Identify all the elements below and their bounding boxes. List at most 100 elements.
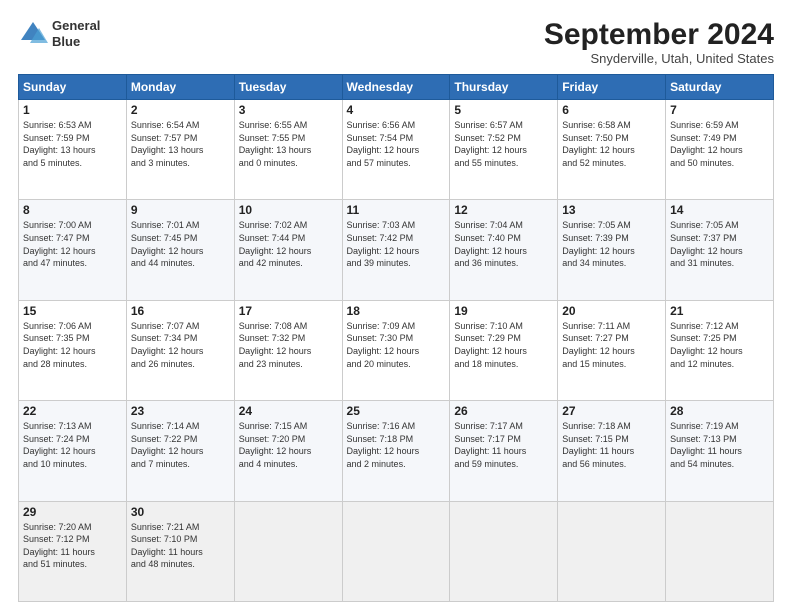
day-number: 1 <box>23 103 122 117</box>
day-cell: 7 Sunrise: 6:59 AM Sunset: 7:49 PM Daylig… <box>666 100 774 200</box>
day-number: 5 <box>454 103 553 117</box>
day-info: Sunrise: 7:12 AM Sunset: 7:25 PM Dayligh… <box>670 320 769 370</box>
week-row-1: 1Sunrise: 6:53 AM Sunset: 7:59 PM Daylig… <box>19 100 774 200</box>
col-header-saturday: Saturday <box>666 75 774 100</box>
day-info: Sunrise: 7:06 AM Sunset: 7:35 PM Dayligh… <box>23 320 122 370</box>
day-number: 25 <box>347 404 446 418</box>
day-cell: 14 Sunrise: 7:05 AM Sunset: 7:37 PM Dayli… <box>666 200 774 300</box>
day-cell: 19Sunrise: 7:10 AM Sunset: 7:29 PM Dayli… <box>450 300 558 400</box>
day-cell: 12Sunrise: 7:04 AM Sunset: 7:40 PM Dayli… <box>450 200 558 300</box>
col-header-thursday: Thursday <box>450 75 558 100</box>
day-cell: 2 Sunrise: 6:54 AM Sunset: 7:57 PM Daylig… <box>126 100 234 200</box>
day-info: Sunrise: 7:05 AM Sunset: 7:37 PM Dayligh… <box>670 219 769 269</box>
day-number: 7 <box>670 103 769 117</box>
day-cell <box>234 501 342 601</box>
day-info: Sunrise: 7:04 AM Sunset: 7:40 PM Dayligh… <box>454 219 553 269</box>
col-header-friday: Friday <box>558 75 666 100</box>
day-cell: 20Sunrise: 7:11 AM Sunset: 7:27 PM Dayli… <box>558 300 666 400</box>
header: General Blue September 2024 Snyderville,… <box>18 18 774 66</box>
day-cell: 3Sunrise: 6:55 AM Sunset: 7:55 PM Daylig… <box>234 100 342 200</box>
day-number: 11 <box>347 203 446 217</box>
day-cell: 1Sunrise: 6:53 AM Sunset: 7:59 PM Daylig… <box>19 100 127 200</box>
title-block: September 2024 Snyderville, Utah, United… <box>544 18 774 66</box>
day-cell <box>558 501 666 601</box>
day-cell: 16 Sunrise: 7:07 AM Sunset: 7:34 PM Dayli… <box>126 300 234 400</box>
logo-text: General Blue <box>52 18 100 49</box>
day-number: 17 <box>239 304 338 318</box>
day-number: 13 <box>562 203 661 217</box>
day-cell: 13 Sunrise: 7:05 AM Sunset: 7:39 PM Dayli… <box>558 200 666 300</box>
day-number: 6 <box>562 103 661 117</box>
day-cell: 27 Sunrise: 7:18 AM Sunset: 7:15 PM Dayli… <box>558 401 666 501</box>
day-info: Sunrise: 7:00 AM Sunset: 7:47 PM Dayligh… <box>23 219 122 269</box>
day-number: 14 <box>670 203 769 217</box>
day-cell: 8 Sunrise: 7:00 AM Sunset: 7:47 PM Daylig… <box>19 200 127 300</box>
day-info: Sunrise: 7:21 AM Sunset: 7:10 PM Dayligh… <box>131 521 230 571</box>
col-header-tuesday: Tuesday <box>234 75 342 100</box>
day-cell: 9 Sunrise: 7:01 AM Sunset: 7:45 PM Daylig… <box>126 200 234 300</box>
week-row-3: 15Sunrise: 7:06 AM Sunset: 7:35 PM Dayli… <box>19 300 774 400</box>
calendar-table: SundayMondayTuesdayWednesdayThursdayFrid… <box>18 74 774 602</box>
day-cell: 22 Sunrise: 7:13 AM Sunset: 7:24 PM Dayli… <box>19 401 127 501</box>
day-number: 8 <box>23 203 122 217</box>
day-info: Sunrise: 7:19 AM Sunset: 7:13 PM Dayligh… <box>670 420 769 470</box>
day-info: Sunrise: 7:09 AM Sunset: 7:30 PM Dayligh… <box>347 320 446 370</box>
day-number: 26 <box>454 404 553 418</box>
logo-icon <box>18 19 48 49</box>
day-info: Sunrise: 7:17 AM Sunset: 7:17 PM Dayligh… <box>454 420 553 470</box>
day-info: Sunrise: 7:16 AM Sunset: 7:18 PM Dayligh… <box>347 420 446 470</box>
day-info: Sunrise: 7:05 AM Sunset: 7:39 PM Dayligh… <box>562 219 661 269</box>
day-cell: 6 Sunrise: 6:58 AM Sunset: 7:50 PM Daylig… <box>558 100 666 200</box>
day-cell: 15Sunrise: 7:06 AM Sunset: 7:35 PM Dayli… <box>19 300 127 400</box>
day-info: Sunrise: 7:18 AM Sunset: 7:15 PM Dayligh… <box>562 420 661 470</box>
day-cell: 17 Sunrise: 7:08 AM Sunset: 7:32 PM Dayli… <box>234 300 342 400</box>
day-info: Sunrise: 7:02 AM Sunset: 7:44 PM Dayligh… <box>239 219 338 269</box>
day-info: Sunrise: 6:55 AM Sunset: 7:55 PM Dayligh… <box>239 119 338 169</box>
day-info: Sunrise: 6:54 AM Sunset: 7:57 PM Dayligh… <box>131 119 230 169</box>
day-number: 21 <box>670 304 769 318</box>
subtitle: Snyderville, Utah, United States <box>544 51 774 66</box>
day-number: 2 <box>131 103 230 117</box>
day-cell: 21 Sunrise: 7:12 AM Sunset: 7:25 PM Dayli… <box>666 300 774 400</box>
logo-line2: Blue <box>52 34 100 50</box>
day-number: 30 <box>131 505 230 519</box>
day-cell: 10 Sunrise: 7:02 AM Sunset: 7:44 PM Dayli… <box>234 200 342 300</box>
header-row: SundayMondayTuesdayWednesdayThursdayFrid… <box>19 75 774 100</box>
day-cell: 11Sunrise: 7:03 AM Sunset: 7:42 PM Dayli… <box>342 200 450 300</box>
day-number: 4 <box>347 103 446 117</box>
day-info: Sunrise: 6:58 AM Sunset: 7:50 PM Dayligh… <box>562 119 661 169</box>
day-cell: 29 Sunrise: 7:20 AM Sunset: 7:12 PM Dayli… <box>19 501 127 601</box>
day-info: Sunrise: 7:10 AM Sunset: 7:29 PM Dayligh… <box>454 320 553 370</box>
day-number: 27 <box>562 404 661 418</box>
day-number: 23 <box>131 404 230 418</box>
day-number: 22 <box>23 404 122 418</box>
day-info: Sunrise: 7:13 AM Sunset: 7:24 PM Dayligh… <box>23 420 122 470</box>
day-info: Sunrise: 7:01 AM Sunset: 7:45 PM Dayligh… <box>131 219 230 269</box>
day-info: Sunrise: 6:57 AM Sunset: 7:52 PM Dayligh… <box>454 119 553 169</box>
day-info: Sunrise: 7:20 AM Sunset: 7:12 PM Dayligh… <box>23 521 122 571</box>
day-info: Sunrise: 7:15 AM Sunset: 7:20 PM Dayligh… <box>239 420 338 470</box>
day-cell <box>342 501 450 601</box>
day-cell: 23 Sunrise: 7:14 AM Sunset: 7:22 PM Dayli… <box>126 401 234 501</box>
day-info: Sunrise: 7:08 AM Sunset: 7:32 PM Dayligh… <box>239 320 338 370</box>
col-header-wednesday: Wednesday <box>342 75 450 100</box>
day-info: Sunrise: 7:14 AM Sunset: 7:22 PM Dayligh… <box>131 420 230 470</box>
day-cell: 24 Sunrise: 7:15 AM Sunset: 7:20 PM Dayli… <box>234 401 342 501</box>
day-cell: 5 Sunrise: 6:57 AM Sunset: 7:52 PM Daylig… <box>450 100 558 200</box>
logo: General Blue <box>18 18 100 49</box>
day-info: Sunrise: 6:56 AM Sunset: 7:54 PM Dayligh… <box>347 119 446 169</box>
day-number: 9 <box>131 203 230 217</box>
week-row-5: 29 Sunrise: 7:20 AM Sunset: 7:12 PM Dayli… <box>19 501 774 601</box>
day-number: 29 <box>23 505 122 519</box>
day-cell <box>666 501 774 601</box>
day-info: Sunrise: 7:07 AM Sunset: 7:34 PM Dayligh… <box>131 320 230 370</box>
day-cell: 18Sunrise: 7:09 AM Sunset: 7:30 PM Dayli… <box>342 300 450 400</box>
day-number: 10 <box>239 203 338 217</box>
day-cell: 30 Sunrise: 7:21 AM Sunset: 7:10 PM Dayli… <box>126 501 234 601</box>
day-number: 20 <box>562 304 661 318</box>
day-number: 16 <box>131 304 230 318</box>
logo-line1: General <box>52 18 100 34</box>
day-info: Sunrise: 6:59 AM Sunset: 7:49 PM Dayligh… <box>670 119 769 169</box>
day-number: 24 <box>239 404 338 418</box>
page: General Blue September 2024 Snyderville,… <box>0 0 792 612</box>
